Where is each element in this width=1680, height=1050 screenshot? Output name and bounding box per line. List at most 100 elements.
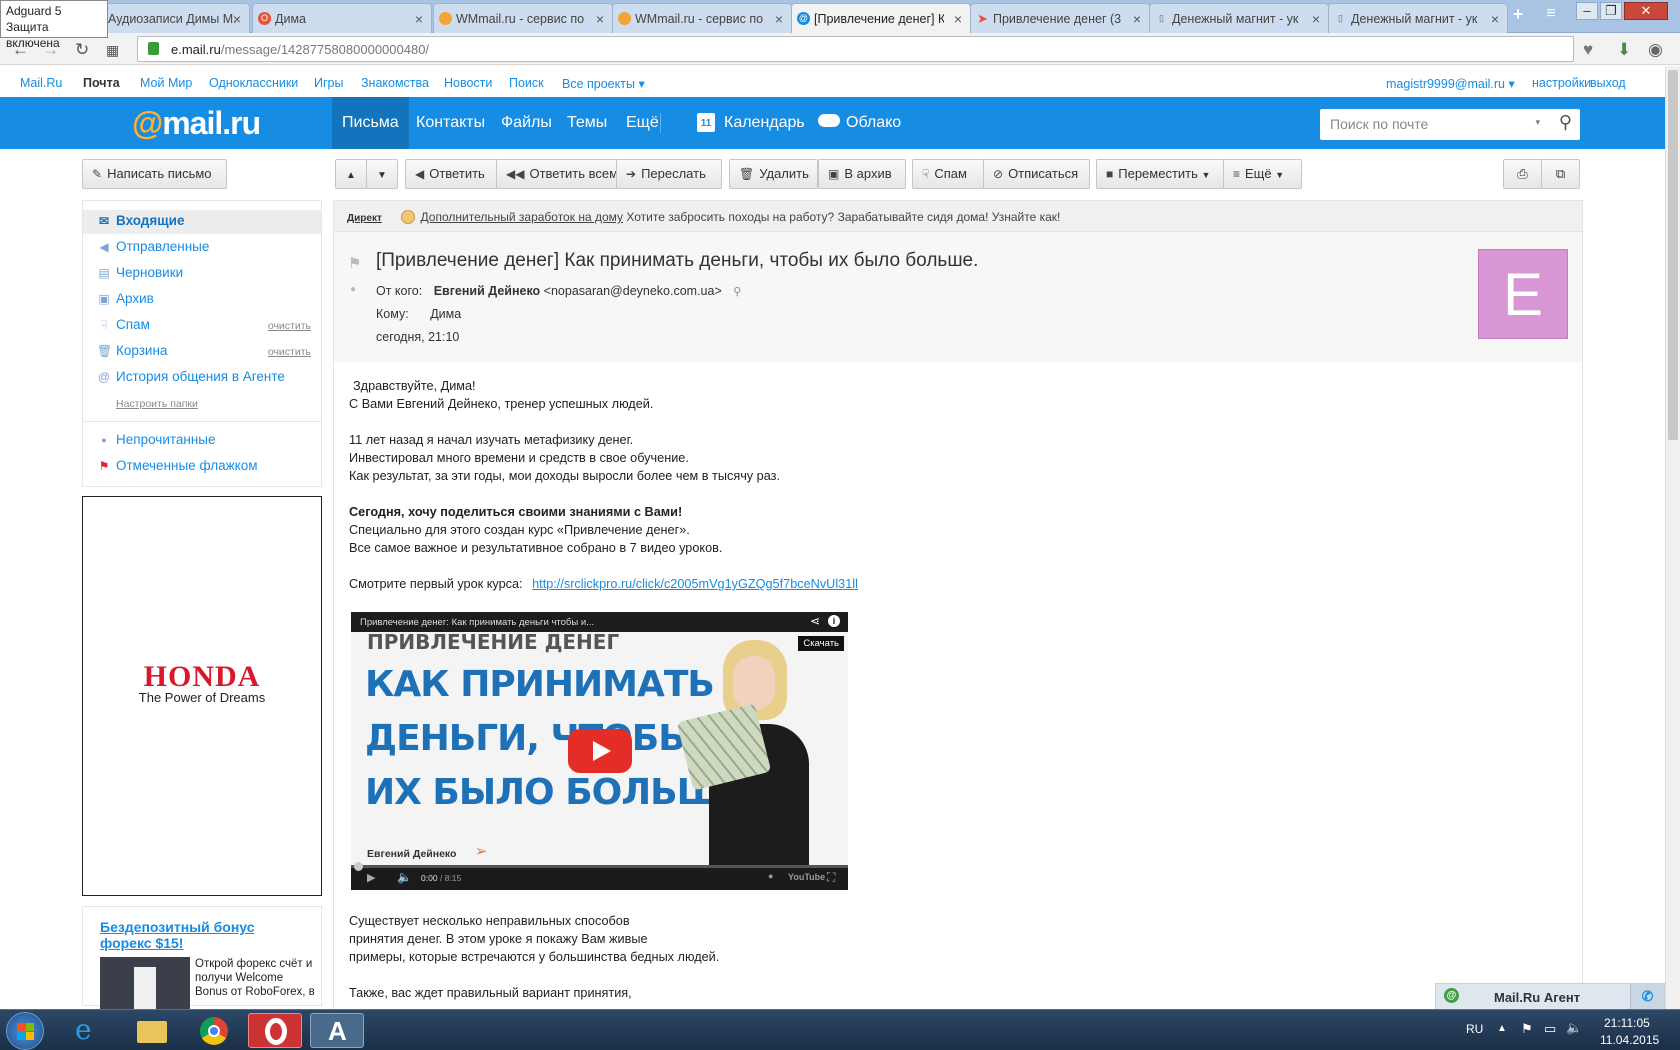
close-icon[interactable]: × — [1312, 11, 1320, 27]
annotations-icon[interactable]: ● — [768, 871, 773, 881]
more-actions-button[interactable]: ≡ Ещё ▼ — [1223, 159, 1302, 189]
close-icon[interactable]: × — [596, 11, 604, 27]
prev-message-button[interactable]: ▲ — [335, 159, 367, 189]
folder-archive[interactable]: ▣ Архив — [83, 288, 321, 312]
portal-link-dating[interactable]: Знакомства — [361, 76, 429, 90]
profile-icon[interactable]: ◉ — [1648, 40, 1663, 60]
portal-link-mailru[interactable]: Mail.Ru — [20, 76, 62, 90]
filter-unread[interactable]: ● Непрочитанные — [83, 429, 321, 453]
action-center-icon[interactable]: ⚑ — [1521, 1021, 1533, 1037]
portal-link-games[interactable]: Игры — [314, 76, 343, 90]
tray-expand-icon[interactable]: ▲ — [1497, 1023, 1507, 1034]
forward-button[interactable]: ➔ Переслать — [616, 159, 722, 189]
page-scrollbar[interactable] — [1665, 66, 1680, 1009]
opera-taskbar-icon[interactable] — [248, 1013, 302, 1048]
language-indicator[interactable]: RU — [1466, 1022, 1483, 1036]
nav-files[interactable]: Файлы — [491, 97, 562, 149]
play-small-icon[interactable]: ▶ — [367, 871, 375, 884]
forex-ad[interactable]: Бездепозитный бонус форекс $15! Открой ф… — [82, 906, 322, 1013]
speed-dial-icon[interactable]: ▦ — [106, 42, 119, 59]
logout-link[interactable]: выход — [1590, 76, 1626, 90]
magnifier-icon[interactable]: ⚲ — [733, 286, 741, 298]
portal-link-moimir[interactable]: Мой Мир — [140, 76, 192, 90]
search-dropdown-icon[interactable]: ▾ — [1535, 117, 1540, 128]
recipient-name[interactable]: Дима — [430, 307, 461, 321]
video-progress-track[interactable] — [351, 865, 848, 868]
nav-contacts[interactable]: Контакты — [406, 97, 495, 149]
youtube-logo[interactable]: YouTube — [788, 872, 825, 882]
settings-link[interactable]: настройки — [1532, 76, 1591, 90]
clear-trash-link[interactable]: очистить — [268, 346, 311, 358]
browser-tab[interactable]: ▯ Денежный магнит - ук × — [1149, 3, 1329, 33]
chrome-taskbar-icon[interactable] — [186, 1013, 240, 1048]
portal-link-news[interactable]: Новости — [444, 76, 492, 90]
browser-tab[interactable]: O Дима × — [252, 3, 432, 33]
download-icon[interactable]: ⬇ — [1617, 40, 1631, 60]
close-icon[interactable]: × — [1133, 11, 1141, 27]
archive-button[interactable]: ▣ В архив — [818, 159, 906, 189]
sender-email[interactable]: <nopasaran@deyneko.com.ua> — [544, 284, 722, 298]
configure-folders-link[interactable]: Настроить папки — [116, 398, 198, 410]
open-window-button[interactable]: ⧉ — [1541, 159, 1580, 189]
close-icon[interactable]: × — [233, 11, 241, 27]
unsubscribe-button[interactable]: ⊘ Отписаться — [983, 159, 1090, 189]
volume-icon[interactable]: 🔈 — [397, 870, 412, 884]
video-title[interactable]: Привлечение денег: Как принимать деньги … — [360, 617, 594, 628]
browser-tab[interactable]: WMmail.ru - сервис по × — [612, 3, 792, 33]
nav-calendar[interactable]: Календарь — [714, 97, 815, 149]
explorer-taskbar-icon[interactable] — [124, 1013, 178, 1048]
portal-link-all-projects[interactable]: Все проекты ▾ — [562, 76, 645, 91]
portal-link-mail[interactable]: Почта — [83, 76, 120, 90]
maximize-icon[interactable]: ❐ — [1600, 2, 1622, 20]
close-icon[interactable]: × — [775, 11, 783, 27]
share-icon[interactable]: ⋖ — [810, 614, 820, 628]
search-icon[interactable]: ⚲ — [1559, 112, 1572, 133]
tab-list-icon[interactable]: ≡ — [1540, 6, 1562, 24]
new-tab-icon[interactable]: + — [1507, 5, 1529, 24]
clock-date[interactable]: 11.04.2015 — [1600, 1033, 1659, 1047]
direct-label[interactable]: Директ — [347, 213, 382, 224]
nav-letters[interactable]: Письма — [332, 97, 409, 149]
volume-icon[interactable]: 🔈 — [1566, 1020, 1582, 1036]
browser-tab-active[interactable]: @ [Привлечение денег] К × — [791, 3, 971, 34]
user-menu[interactable]: magistr9999@mail.ru ▾ — [1386, 76, 1515, 91]
folder-sent[interactable]: ◀ Отправленные — [83, 236, 321, 260]
move-button[interactable]: ■ Переместить ▼ — [1096, 159, 1224, 189]
start-button[interactable] — [6, 1012, 44, 1050]
direct-ad-link[interactable]: Дополнительный заработок на дому — [421, 210, 623, 224]
forex-ad-title[interactable]: Бездепозитный бонус форекс $15! — [100, 919, 300, 951]
next-message-button[interactable]: ▼ — [366, 159, 398, 189]
delete-button[interactable]: 🗑 Удалить — [729, 159, 818, 189]
minimize-icon[interactable]: – — [1576, 2, 1598, 20]
browser-tab[interactable]: ▯ Денежный магнит - ук × — [1328, 3, 1508, 33]
info-icon[interactable]: i — [828, 615, 840, 627]
honda-ad-banner[interactable]: HONDA The Power of Dreams — [82, 496, 322, 896]
play-button[interactable] — [568, 729, 632, 773]
course-link[interactable]: http://srclickpro.ru/click/c2005mVg1yGZQ… — [532, 577, 858, 591]
spam-button[interactable]: ☟ Спам — [912, 159, 984, 189]
nav-themes[interactable]: Темы — [557, 97, 617, 149]
folder-agent-history[interactable]: @ История общения в Агенте — [83, 366, 321, 390]
sender-name[interactable]: Евгений Дейнеко — [434, 284, 541, 298]
reply-all-button[interactable]: ◀◀ Ответить всем — [496, 159, 618, 189]
mail-search-input[interactable]: Поиск по почте ▾ ⚲ — [1320, 109, 1580, 140]
scrollbar-thumb[interactable] — [1668, 70, 1678, 440]
nav-cloud[interactable]: Облако — [836, 97, 911, 149]
address-bar[interactable]: e.mail.ru/message/14287758080000000480/ — [137, 36, 1574, 62]
close-window-icon[interactable]: ✕ — [1624, 2, 1668, 20]
folder-drafts[interactable]: ▤ Черновики — [83, 262, 321, 286]
reply-button[interactable]: ◀ Ответить — [405, 159, 497, 189]
browser-tab[interactable]: ➤ Привлечение денег (3 × — [970, 3, 1150, 33]
filter-flagged[interactable]: ⚑ Отмеченные флажком — [83, 455, 321, 479]
folder-trash[interactable]: 🗑 Корзина очистить — [83, 340, 321, 364]
print-button[interactable]: ⎙ — [1503, 159, 1542, 189]
phone-icon[interactable]: ✆ — [1630, 984, 1664, 1009]
fullscreen-icon[interactable]: ⛶ — [827, 870, 835, 885]
youtube-video-embed[interactable]: Привлечение денег: Как принимать деньги … — [351, 612, 848, 890]
heart-icon[interactable]: ♥ — [1583, 40, 1593, 60]
folder-inbox[interactable]: ✉ Входящие — [83, 210, 321, 234]
folder-spam[interactable]: ☟ Спам очистить — [83, 314, 321, 338]
app-taskbar-icon[interactable]: A — [310, 1013, 364, 1048]
mailru-logo[interactable]: @mail.ru — [132, 105, 261, 142]
portal-link-search[interactable]: Поиск — [509, 76, 544, 90]
